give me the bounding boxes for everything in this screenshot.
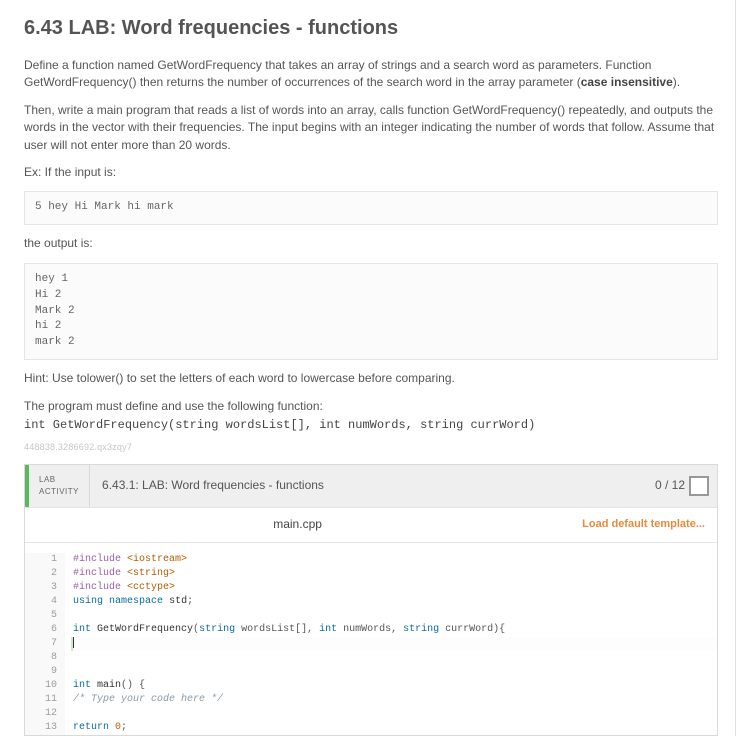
activity-header: LAB ACTIVITY 6.43.1: LAB: Word frequenci… [25, 465, 717, 507]
activity-badge-line1: LAB [39, 474, 79, 486]
must-define-text: The program must define and use the foll… [24, 398, 718, 415]
code-line[interactable]: return 0; [73, 721, 717, 735]
code-line[interactable]: /* Type your code here */ [73, 693, 717, 707]
line-number: 11 [25, 693, 57, 707]
activity-badge: LAB ACTIVITY [29, 465, 90, 507]
line-number: 2 [25, 567, 57, 581]
code-line[interactable]: #include <iostream> [73, 553, 717, 567]
code-line[interactable]: int GetWordFrequency(string wordsList[],… [73, 623, 717, 637]
example-output-label: the output is: [24, 235, 718, 252]
line-number: 4 [25, 595, 57, 609]
desc-1b: ). [673, 75, 680, 89]
code-line[interactable]: #include <cctype> [73, 581, 717, 595]
line-number: 10 [25, 679, 57, 693]
line-number: 7 [25, 637, 57, 651]
file-tab[interactable]: main.cpp [265, 516, 330, 533]
code-line[interactable]: int main() { [73, 679, 717, 693]
page-title: 6.43 LAB: Word frequencies - functions [24, 14, 718, 43]
code-line[interactable] [73, 609, 717, 623]
function-signature: int GetWordFrequency(string wordsList[],… [24, 417, 718, 434]
line-number: 6 [25, 623, 57, 637]
example-input-code: 5 hey Hi Mark hi mark [24, 191, 718, 225]
activity-score-text: 0 / 12 [655, 477, 685, 494]
code-line[interactable] [73, 707, 717, 721]
code-line[interactable]: #include <string> [73, 567, 717, 581]
file-tab-row: main.cpp Load default template... [25, 507, 717, 543]
hash-id: 448838.3286692.qx3zqy7 [24, 441, 718, 454]
activity-title: 6.43.1: LAB: Word frequencies - function… [90, 465, 647, 507]
line-number: 1 [25, 553, 57, 567]
code-line[interactable]: using namespace std; [73, 595, 717, 609]
example-output-code: hey 1 Hi 2 Mark 2 hi 2 mark 2 [24, 263, 718, 361]
activity-badge-line2: ACTIVITY [39, 486, 79, 498]
code-line[interactable] [73, 651, 717, 665]
line-number: 8 [25, 651, 57, 665]
code-line[interactable] [73, 665, 717, 679]
editor-codearea[interactable]: #include <iostream>#include <string>#inc… [65, 553, 717, 735]
code-line[interactable] [71, 637, 717, 651]
description-1: Define a function named GetWordFrequency… [24, 57, 718, 92]
line-number: 9 [25, 665, 57, 679]
line-number: 12 [25, 707, 57, 721]
example-input-label: Ex: If the input is: [24, 164, 718, 181]
desc-1-bold: case insensitive [581, 75, 673, 89]
line-number: 13 [25, 721, 57, 735]
line-number: 3 [25, 581, 57, 595]
activity-score: 0 / 12 [647, 465, 717, 507]
code-editor[interactable]: 12345678910111213 #include <iostream>#in… [25, 543, 717, 735]
description-2: Then, write a main program that reads a … [24, 102, 718, 154]
line-number: 5 [25, 609, 57, 623]
load-default-template-button[interactable]: Load default template... [570, 517, 717, 533]
activity-container: LAB ACTIVITY 6.43.1: LAB: Word frequenci… [24, 464, 718, 736]
editor-gutter: 12345678910111213 [25, 553, 65, 735]
hint-text: Hint: Use tolower() to set the letters o… [24, 370, 718, 387]
desc-1a: Define a function named GetWordFrequency… [24, 58, 651, 89]
score-box-icon [689, 476, 709, 496]
